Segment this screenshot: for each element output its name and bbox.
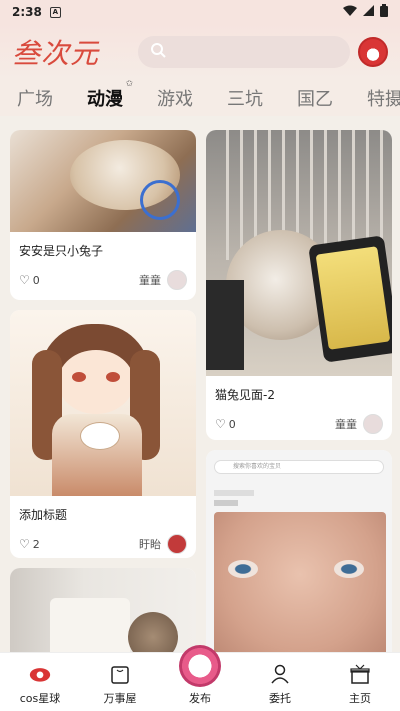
feed-card[interactable]: 搜索你喜欢的宝贝 xyxy=(206,450,392,652)
feed-card[interactable] xyxy=(10,568,196,652)
app-logo: 叁次元 xyxy=(12,37,100,70)
tab-youxi[interactable]: 游戏 xyxy=(157,85,193,111)
wifi-icon xyxy=(343,5,357,19)
nav-label: cos星球 xyxy=(19,692,61,705)
phone-screenshot-image: 搜索你喜欢的宝贝 xyxy=(206,450,392,652)
like-count: 0 xyxy=(228,417,236,431)
author-name[interactable]: 童童 xyxy=(139,272,161,288)
battery-icon xyxy=(380,4,388,20)
nav-wanshiwu[interactable]: 万事屋 xyxy=(80,653,160,711)
nav-label: 发布 xyxy=(189,692,211,705)
publish-camera-icon[interactable] xyxy=(179,645,221,687)
heart-icon[interactable]: ♡ xyxy=(19,273,30,287)
nav-home[interactable]: 主页 xyxy=(320,653,400,711)
card-title: 安安是只小兔子 xyxy=(19,244,104,258)
card-title: 猫兔见面-2 xyxy=(215,388,275,402)
feed-card[interactable]: 安安是只小兔子 ♡ 0 童童 xyxy=(10,130,196,300)
feed-grid: 安安是只小兔子 ♡ 0 童童 添加标题 ♡ 2 盱眙 猫兔见面-2 ♡ 0 童童… xyxy=(0,122,400,652)
author-name[interactable]: 童童 xyxy=(335,416,357,432)
cat-rabbit-photo xyxy=(206,130,392,376)
nav-label: 万事屋 xyxy=(103,692,137,705)
heart-icon[interactable]: ♡ xyxy=(215,417,226,431)
status-bar: 2:38 A xyxy=(0,0,400,24)
like-count: 2 xyxy=(32,537,40,551)
search-input[interactable] xyxy=(138,36,350,68)
feed-card[interactable]: 猫兔见面-2 ♡ 0 童童 xyxy=(206,130,392,440)
tab-guoyi[interactable]: 国乙 xyxy=(297,85,333,111)
user-icon xyxy=(269,663,291,685)
tab-sankeng[interactable]: 三坑 xyxy=(227,85,263,111)
app-header: 叁次元 xyxy=(0,24,400,80)
category-tabs: 广场 动漫 ✩ 游戏 三坑 国乙 特摄 xyxy=(0,80,400,116)
user-avatar[interactable] xyxy=(358,37,388,67)
cos-planet-icon xyxy=(29,663,51,685)
card-title: 添加标题 xyxy=(19,508,68,522)
nav-label: 主页 xyxy=(349,692,371,705)
tab-dongman[interactable]: 动漫 ✩ xyxy=(87,80,133,111)
gift-home-icon xyxy=(349,663,371,685)
like-count: 0 xyxy=(32,273,40,287)
search-icon xyxy=(150,42,166,62)
nav-weituo[interactable]: 委托 xyxy=(240,653,320,711)
bottom-nav: cos星球 万事屋 发布 委托 主页 xyxy=(0,645,400,711)
tab-guangchang[interactable]: 广场 xyxy=(17,85,53,111)
signal-icon xyxy=(363,5,374,19)
nav-publish[interactable]: 发布 xyxy=(160,645,240,711)
card-meta: ♡ 0 童童 xyxy=(206,406,392,440)
anime-character-illustration xyxy=(10,310,196,496)
star-icon: ✩ xyxy=(125,80,133,89)
nav-cos-planet[interactable]: cos星球 xyxy=(0,653,80,711)
status-icons xyxy=(343,4,388,20)
screenshot-search-bar: 搜索你喜欢的宝贝 xyxy=(214,460,384,474)
nav-label: 委托 xyxy=(269,692,291,705)
card-meta: ♡ 0 童童 xyxy=(10,262,196,298)
author-name[interactable]: 盱眙 xyxy=(139,536,161,552)
tab-teshe[interactable]: 特摄 xyxy=(367,85,400,111)
heart-icon[interactable]: ♡ xyxy=(19,537,30,551)
tab-dongman-label: 动漫 xyxy=(87,89,123,110)
notification-badge-icon: A xyxy=(49,6,61,18)
author-avatar[interactable] xyxy=(363,414,383,434)
author-avatar[interactable] xyxy=(167,270,187,290)
status-time: 2:38 xyxy=(12,5,42,19)
shop-bag-icon xyxy=(109,663,131,685)
rabbit-photo xyxy=(10,130,196,232)
card-meta: ♡ 2 盱眙 xyxy=(10,526,196,558)
cat-room-photo xyxy=(10,568,196,652)
author-avatar[interactable] xyxy=(167,534,187,554)
feed-card[interactable]: 添加标题 ♡ 2 盱眙 xyxy=(10,310,196,558)
